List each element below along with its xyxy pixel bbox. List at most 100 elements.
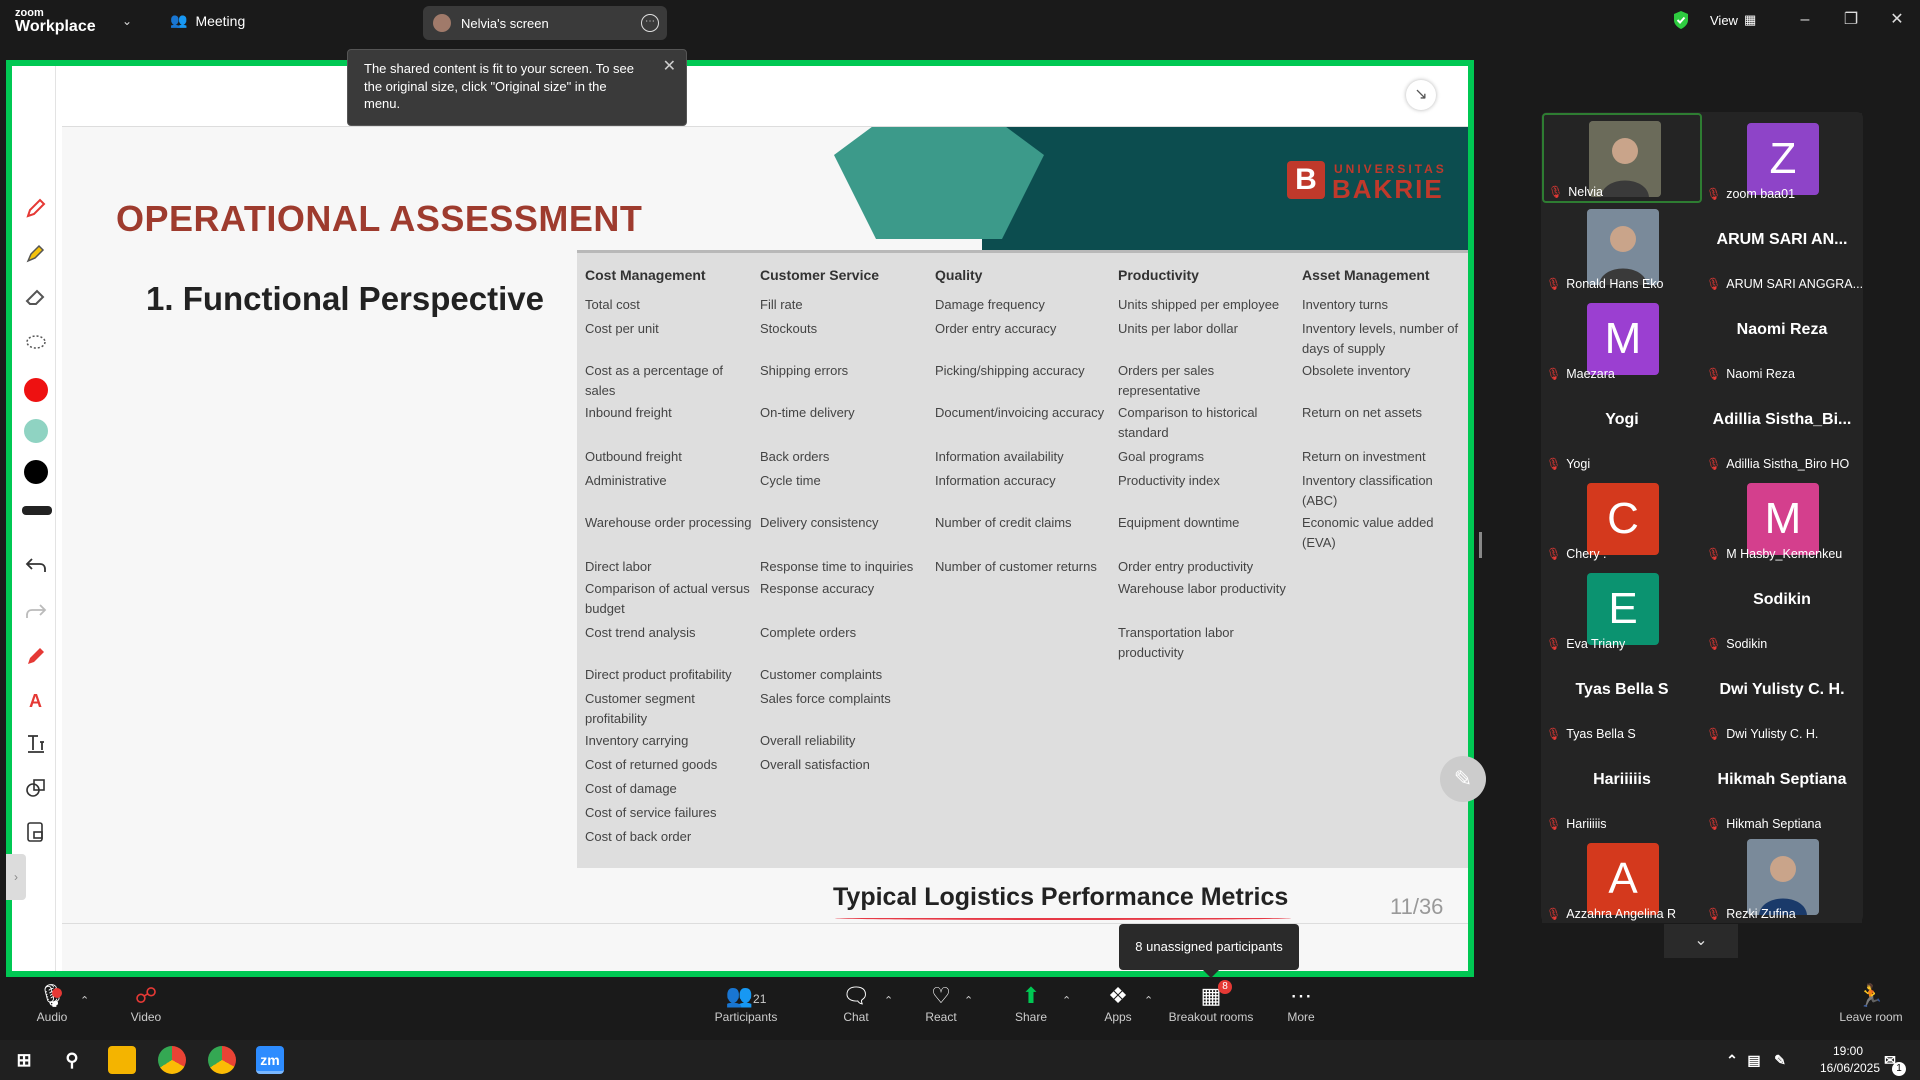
table-cell: Comparison of actual versus budget xyxy=(585,581,750,616)
pen-tray-icon[interactable]: ✎ xyxy=(1766,1046,1794,1074)
undo-icon[interactable] xyxy=(24,553,48,577)
chat-button[interactable]: 🗨 Chat xyxy=(838,978,874,1038)
video-button[interactable]: ☍ Video xyxy=(124,978,168,1038)
chrome-profile-icon[interactable] xyxy=(208,1046,236,1074)
meeting-label: Meeting xyxy=(195,12,246,29)
color-red-swatch[interactable] xyxy=(24,378,48,402)
network-icon[interactable]: ▤ xyxy=(1740,1046,1768,1074)
color-teal-swatch[interactable] xyxy=(24,419,48,443)
apps-button[interactable]: ❖ Apps xyxy=(1102,978,1134,1038)
audio-options-caret[interactable]: ⌃ xyxy=(80,994,89,1007)
table-cell: Cost of damage xyxy=(585,781,677,796)
save-lock-icon[interactable] xyxy=(24,820,48,844)
audio-button[interactable]: 🎙 Audio xyxy=(30,978,74,1038)
breakout-rooms-button[interactable]: ▦ Breakout rooms 8 xyxy=(1166,978,1256,1038)
table-cell: Information availability xyxy=(935,449,1064,464)
lasso-icon[interactable] xyxy=(24,331,48,355)
restore-icon[interactable]: ❐ xyxy=(1836,8,1866,32)
text-style-icon[interactable]: A xyxy=(24,688,48,712)
share-options-caret[interactable]: ⌃ xyxy=(1062,994,1071,1007)
apps-options-caret[interactable]: ⌃ xyxy=(1144,994,1153,1007)
grid-icon: ▦ xyxy=(1743,12,1757,27)
participant-name-label: 🎙 Hikmah Septiana xyxy=(1706,817,1821,831)
participant-name: Azzahra Angelina R xyxy=(1566,907,1677,921)
zoom-app-icon[interactable]: zm xyxy=(256,1046,284,1074)
participant-tile[interactable]: Tyas Bella S 🎙 Tyas Bella S xyxy=(1542,653,1702,743)
participant-tile[interactable]: Adillia Sistha_Bi... 🎙 Adillia Sistha_Biro… xyxy=(1702,383,1862,473)
people-icon: 👥 xyxy=(170,12,188,28)
close-icon[interactable]: ✕ xyxy=(1882,8,1912,32)
text-tool-icon[interactable] xyxy=(24,732,48,756)
breakout-rooms-icon: ▦ xyxy=(1200,983,1222,1008)
video-label: Video xyxy=(130,1010,162,1024)
eraser-icon[interactable] xyxy=(24,286,48,310)
color-black-swatch[interactable] xyxy=(24,460,48,484)
participant-tile[interactable]: Naomi Reza 🎙 Naomi Reza xyxy=(1702,293,1862,383)
table-cell: Warehouse order processing xyxy=(585,515,752,530)
participant-name-label: 🎙 Sodikin xyxy=(1706,637,1767,651)
marker-icon[interactable] xyxy=(24,644,48,668)
close-icon[interactable]: ✕ xyxy=(663,56,676,78)
table-cell: Damage frequency xyxy=(935,297,1045,312)
table-cell: Transportation labor productivity xyxy=(1118,625,1234,660)
participant-tile[interactable]: Hikmah Septiana 🎙 Hikmah Septiana xyxy=(1702,743,1862,833)
participant-tile[interactable]: Yogi 🎙 Yogi xyxy=(1542,383,1702,473)
participant-tile[interactable]: A 🎙 Azzahra Angelina R xyxy=(1542,833,1702,923)
search-icon[interactable]: ⚲ xyxy=(58,1046,86,1074)
minimize-icon[interactable]: – xyxy=(1790,8,1820,32)
share-button[interactable]: ⬆ Share xyxy=(1014,978,1048,1038)
participant-name: Yogi xyxy=(1566,457,1591,471)
participant-display-name: Hikmah Septiana xyxy=(1717,771,1847,788)
notification-count: 1 xyxy=(1892,1062,1906,1076)
view-button[interactable]: View ▦ xyxy=(1710,12,1756,28)
redo-icon[interactable] xyxy=(24,599,48,623)
microphone-muted-icon: 🎙 xyxy=(1546,457,1562,471)
more-options-icon[interactable]: ⋯ xyxy=(641,14,659,32)
participant-tile[interactable]: M 🎙 Maezara xyxy=(1542,293,1702,383)
participant-name: Chery . xyxy=(1566,547,1607,561)
participant-tile[interactable]: Sodikin 🎙 Sodikin xyxy=(1702,563,1862,653)
pen-icon[interactable] xyxy=(24,196,48,220)
participant-tile[interactable]: 🎙 Rezki Zufina xyxy=(1702,833,1862,923)
microphone-muted-icon: 🎙 xyxy=(1546,277,1562,291)
participant-name-label: 🎙 Ronald Hans Eko xyxy=(1546,277,1664,291)
annotate-pen-icon[interactable]: ✎ xyxy=(1440,756,1486,802)
participants-button[interactable]: 👥21 Participants xyxy=(710,978,782,1038)
microphone-muted-icon: 🎙 xyxy=(1546,637,1562,651)
participant-tile[interactable]: M 🎙 M Hasby_Kemenkeu xyxy=(1702,473,1862,563)
table-cell: Inventory classification (ABC) xyxy=(1302,473,1433,508)
exit-fullscreen-icon[interactable]: ↘ xyxy=(1406,80,1436,110)
line-width-icon[interactable] xyxy=(22,506,52,515)
collapse-toolbar-icon[interactable]: › xyxy=(6,854,26,900)
participant-tile[interactable]: Hariiiiis 🎙 Hariiiiis xyxy=(1542,743,1702,833)
participant-tile[interactable]: Dwi Yulisty C. H. 🎙 Dwi Yulisty C. H. xyxy=(1702,653,1862,743)
participant-tile[interactable]: 🎙 Ronald Hans Eko xyxy=(1542,203,1702,293)
more-button[interactable]: ⋯ More xyxy=(1282,978,1320,1038)
shield-check-icon[interactable] xyxy=(1672,10,1690,30)
chevron-down-icon[interactable]: ⌄ xyxy=(1664,924,1738,958)
video-off-icon: ☍ xyxy=(134,983,158,1008)
meeting-button[interactable]: 👥 Meeting xyxy=(170,12,245,29)
leave-room-button[interactable]: 🏃 Leave room xyxy=(1838,978,1904,1038)
participant-tile[interactable]: Z 🎙 zoom baa01 xyxy=(1702,113,1862,203)
shared-screen[interactable]: A › B UNIVERSITAS BAKRIE ↘ OPERATIONAL A… xyxy=(6,60,1486,977)
participant-tile[interactable]: 🎙 Nelvia xyxy=(1542,113,1702,203)
chat-options-caret[interactable]: ⌃ xyxy=(884,994,893,1007)
participant-tile[interactable]: E 🎙 Eva Triany xyxy=(1542,563,1702,653)
file-explorer-icon[interactable] xyxy=(108,1046,136,1074)
shapes-icon[interactable] xyxy=(24,776,48,800)
highlighter-icon[interactable] xyxy=(24,241,48,265)
windows-start-icon[interactable]: ⊞ xyxy=(10,1046,38,1074)
slide-subtitle: 1. Functional Perspective xyxy=(146,280,544,317)
chevron-down-icon[interactable]: ⌄ xyxy=(122,14,132,28)
participant-tile[interactable]: C 🎙 Chery . xyxy=(1542,473,1702,563)
react-button[interactable]: ♡ React xyxy=(922,978,960,1038)
shared-screen-tab[interactable]: Nelvia's screen ⋯ xyxy=(423,6,667,40)
shared-screen-label: Nelvia's screen xyxy=(461,15,549,31)
panel-splitter[interactable] xyxy=(1479,532,1482,558)
table-cell: Picking/shipping accuracy xyxy=(935,363,1085,378)
chrome-icon[interactable] xyxy=(158,1046,186,1074)
participant-tile[interactable]: ARUM SARI AN... 🎙 ARUM SARI ANGGRA... xyxy=(1702,203,1862,293)
clock-time[interactable]: 19:00 xyxy=(1818,1044,1878,1058)
react-options-caret[interactable]: ⌃ xyxy=(964,994,973,1007)
